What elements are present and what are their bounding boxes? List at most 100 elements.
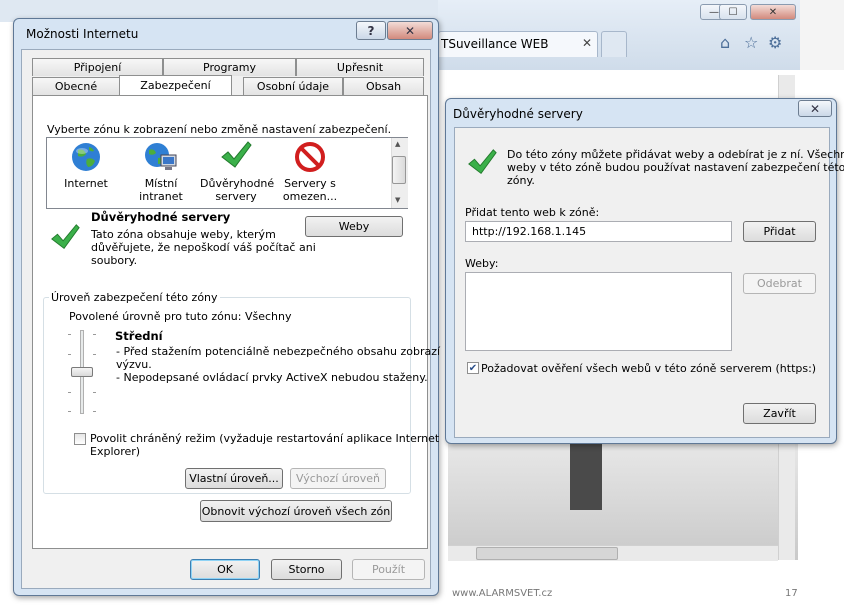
intranet-icon [143, 141, 179, 176]
footer-url: www.ALARMSVET.cz [452, 588, 553, 599]
tab-security[interactable]: Zabezpečení [119, 75, 232, 95]
default-level-button[interactable]: Výchozí úroveň [290, 468, 386, 489]
remove-button[interactable]: Odebrat [743, 273, 816, 294]
add-site-input[interactable]: http://192.168.1.145 [465, 221, 732, 242]
checkmark-icon: ✔ [468, 362, 478, 374]
zone-label: Servery s [284, 177, 336, 190]
trusted-zone-checkmark-icon [49, 222, 81, 257]
zone-label: Důvěryhodné [200, 177, 275, 190]
browser-tab-label: TSuveillance WEB [441, 37, 549, 51]
selected-zone-description: Tato zóna obsahuje weby, kterým důvěřuje… [91, 228, 316, 267]
tab-general[interactable]: Obecné [32, 77, 120, 95]
sites-button[interactable]: Weby [305, 216, 403, 237]
slider-tick [68, 334, 71, 335]
button-label: Weby [338, 220, 370, 233]
tab-label: Obecné [54, 80, 98, 93]
close-icon: ✕ [404, 23, 416, 38]
help-button[interactable]: ? [356, 21, 386, 40]
page-image [448, 440, 798, 560]
protected-mode-label: Povolit chráněný režim (vyžaduje restart… [90, 432, 439, 458]
allowed-levels-text: Povolené úrovně pro tuto zónu: Všechny [69, 310, 292, 323]
button-label: Obnovit výchozí úroveň všech zón [201, 504, 391, 518]
slider-tick [68, 392, 71, 393]
info-line: zóny. [507, 174, 535, 187]
security-level-group [43, 297, 411, 494]
zone-restricted-sites[interactable]: Servery s omezen... [276, 177, 344, 203]
tab-label: Upřesnit [336, 61, 384, 74]
tab-label: Osobní údaje [256, 80, 330, 93]
add-button[interactable]: Přidat [743, 221, 816, 242]
globe-icon [70, 141, 102, 176]
restricted-icon [294, 141, 326, 176]
trusted-sites-close-action[interactable]: Zavřít [743, 403, 816, 424]
level-description-line: výzvu. [116, 358, 152, 371]
protected-mode-checkbox[interactable] [74, 433, 86, 445]
checkmark-icon [219, 140, 253, 175]
tab-connections[interactable]: Připojení [32, 58, 163, 76]
tab-content[interactable]: Obsah [343, 77, 424, 95]
tab-privacy[interactable]: Osobní údaje [243, 77, 343, 95]
security-level-group-label: Úroveň zabezpečení této zóny [49, 291, 220, 304]
security-level-slider-thumb[interactable] [71, 367, 93, 377]
slider-tick [68, 354, 71, 355]
sites-list-label: Weby: [465, 257, 499, 270]
level-description-line: - Před stažením potenciálně nebezpečného… [116, 345, 441, 358]
button-label: OK [217, 563, 233, 576]
zone-label: servery [215, 190, 257, 203]
description-line: důvěřujete, že nepoškodí váš počítač ani [91, 241, 316, 254]
button-label: Výchozí úroveň [295, 472, 381, 485]
page-image-dark [570, 440, 602, 510]
custom-level-button[interactable]: Vlastní úroveň... [185, 468, 283, 489]
button-label: Vlastní úroveň... [189, 472, 279, 485]
page-horizontal-scroll-thumb[interactable] [476, 547, 618, 560]
tab-label: Programy [203, 61, 256, 74]
tab-programs[interactable]: Programy [163, 58, 296, 76]
zone-prompt: Vyberte zónu k zobrazení nebo změně nast… [47, 123, 392, 136]
zone-local-intranet[interactable]: Místní intranet [122, 177, 200, 203]
maximize-icon: ☐ [728, 6, 738, 18]
scroll-up-icon[interactable]: ▲ [395, 140, 400, 148]
info-line: weby v této zóně budou používat nastaven… [507, 161, 844, 174]
tab-label: Připojení [73, 61, 122, 74]
button-label: Přidat [763, 225, 796, 238]
trusted-sites-close-button[interactable]: ✕ [798, 100, 832, 117]
require-https-checkbox[interactable]: ✔ [467, 362, 479, 374]
slider-tick [93, 334, 96, 335]
selected-zone-title: Důvěryhodné servery [91, 210, 231, 224]
protected-mode-line: Povolit chráněný režim (vyžaduje restart… [90, 432, 440, 445]
reset-all-zones-button[interactable]: Obnovit výchozí úroveň všech zón [200, 500, 392, 522]
tab-close-icon[interactable]: ✕ [582, 36, 592, 50]
new-tab-button[interactable] [601, 31, 627, 57]
tab-label: Obsah [365, 80, 402, 93]
slider-tick [68, 411, 71, 412]
sites-list[interactable] [465, 272, 732, 351]
protected-mode-line: Explorer) [90, 445, 141, 458]
scroll-down-icon[interactable]: ▼ [395, 196, 400, 204]
footer-page-number: 17 [785, 588, 798, 599]
close-icon: ✕ [809, 101, 821, 116]
star-icon[interactable]: ☆ [744, 33, 758, 52]
level-name: Střední [115, 329, 163, 343]
cancel-button[interactable]: Storno [271, 559, 342, 580]
tab-label: Zabezpečení [140, 79, 211, 92]
info-line: Do této zóny můžete přidávat weby a odeb… [507, 148, 844, 161]
trusted-sites-checkmark-icon [466, 147, 498, 182]
zone-list-scroll-thumb[interactable] [392, 156, 406, 184]
slider-tick [93, 411, 96, 412]
dialog-close-button[interactable]: ✕ [387, 21, 433, 40]
apply-button[interactable]: Použít [352, 559, 425, 580]
maximize-button[interactable]: ☐ [719, 4, 747, 20]
zone-internet[interactable]: Internet [52, 177, 120, 190]
button-label: Zavřít [763, 407, 796, 420]
zone-label: Internet [64, 177, 108, 190]
gear-icon[interactable]: ⚙ [768, 33, 782, 52]
tab-advanced[interactable]: Upřesnit [296, 58, 424, 76]
ok-button[interactable]: OK [190, 559, 260, 580]
window-close-button[interactable]: ✕ [750, 4, 796, 20]
add-site-value: http://192.168.1.145 [472, 225, 587, 238]
help-icon: ? [367, 23, 375, 38]
button-label: Storno [288, 563, 325, 576]
home-icon[interactable]: ⌂ [720, 33, 730, 52]
description-line: soubory. [91, 254, 138, 267]
zone-trusted-sites[interactable]: Důvěryhodné servery [200, 177, 275, 203]
